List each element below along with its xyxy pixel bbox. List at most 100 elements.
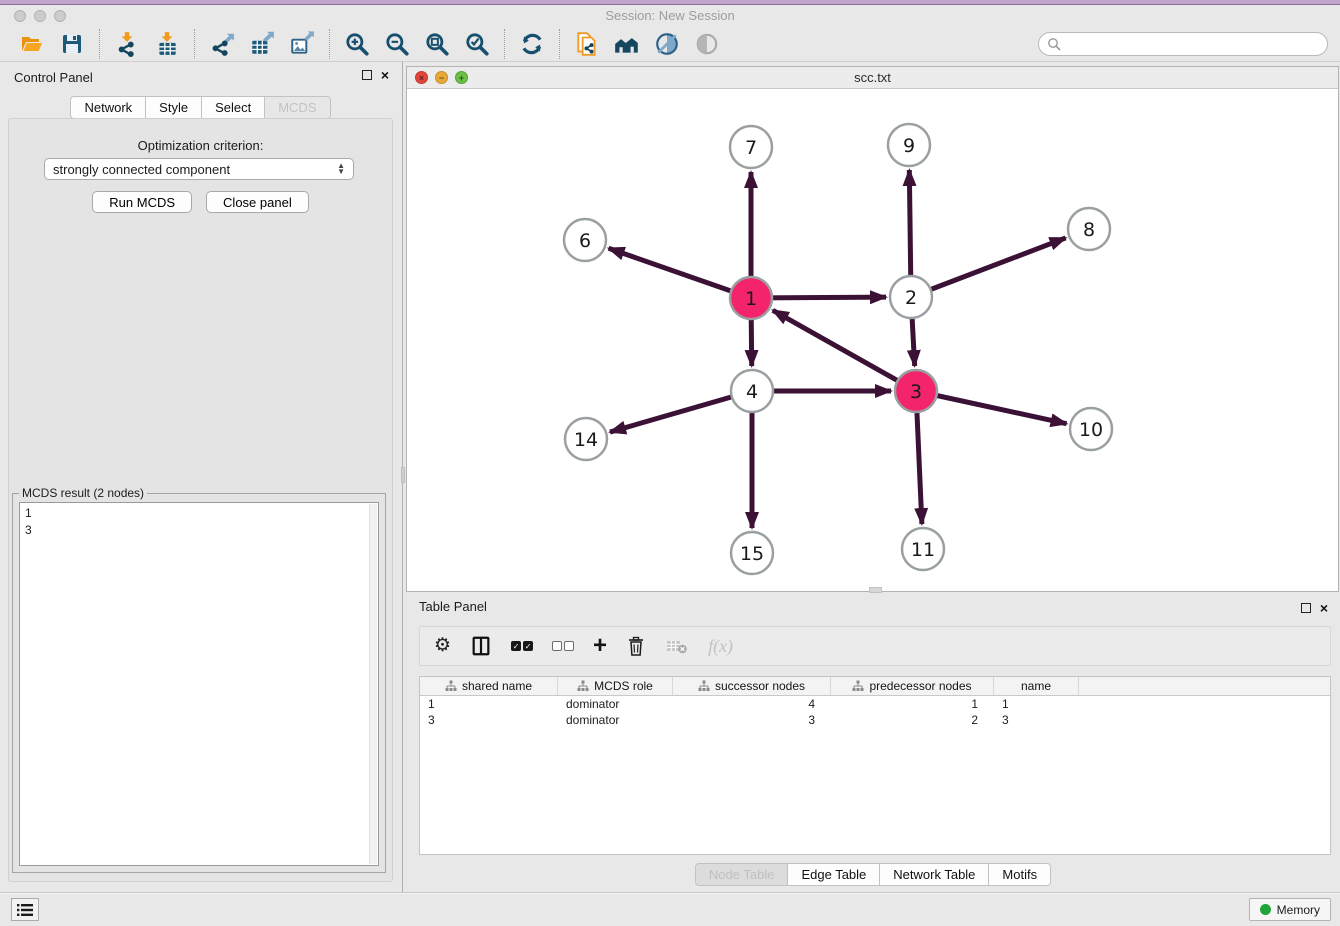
clone-network-button[interactable] [567,29,607,59]
save-icon [60,32,84,56]
cell-predecessor-nodes: 2 [831,713,994,727]
cell-mcds-role: dominator [558,697,673,711]
cell-successor-nodes: 4 [673,697,831,711]
window-resize-grip[interactable] [869,587,882,593]
run-mcds-button[interactable]: Run MCDS [92,191,192,213]
close-panel-icon[interactable]: × [381,70,389,80]
tab-network[interactable]: Network [70,96,146,119]
select-all-columns-icon[interactable]: ✓✓ [511,634,533,658]
graph-node-label: 7 [745,137,757,159]
application-window: Session: New Session [0,0,1340,926]
graph-node-10[interactable]: 10 [1070,408,1112,450]
unselect-all-columns-icon[interactable] [552,634,574,658]
mcds-result-list[interactable]: 1 3 [19,502,379,866]
cell-mcds-role: dominator [558,713,673,727]
graph-node-1[interactable]: 1 [730,277,772,319]
export-network-button[interactable] [202,29,242,59]
cell-shared-name: 3 [420,713,558,727]
graph-node-6[interactable]: 6 [564,219,606,261]
zoom-out-button[interactable] [377,29,417,59]
show-graphics-details-button[interactable] [647,29,687,59]
export-image-icon [289,31,315,57]
graph-node-15[interactable]: 15 [731,532,773,574]
graph-node-7[interactable]: 7 [730,126,772,168]
clone-network-icon [574,31,600,57]
tab-edge-table[interactable]: Edge Table [788,863,880,886]
cell-name: 3 [994,713,1079,727]
graph-node-2[interactable]: 2 [890,276,932,318]
first-neighbors-button[interactable] [607,29,647,59]
tab-network-table[interactable]: Network Table [880,863,989,886]
network-graph[interactable]: 7 9 6 8 1 2 4 3 14 10 15 11 [407,89,1338,591]
column-header-name[interactable]: name [994,677,1079,695]
save-session-button[interactable] [52,29,92,59]
graph-node-8[interactable]: 8 [1068,208,1110,250]
close-table-panel-icon[interactable]: × [1320,603,1328,613]
tab-motifs[interactable]: Motifs [989,863,1051,886]
graph-node-3[interactable]: 3 [895,370,937,412]
import-network-icon [114,31,140,57]
export-table-icon [249,31,275,57]
zoom-fit-icon [424,31,450,57]
table-settings-gear-icon[interactable]: ⚙ [434,634,451,658]
table-row[interactable]: 3 dominator 3 2 3 [420,712,1330,728]
result-scrollbar[interactable] [369,504,377,864]
delete-columns-icon[interactable] [626,634,646,658]
show-columns-icon[interactable] [470,634,492,658]
tab-node-table[interactable]: Node Table [695,863,789,886]
graph-node-label: 2 [905,287,917,309]
zoom-in-button[interactable] [337,29,377,59]
tab-mcds[interactable]: MCDS [265,96,330,119]
table-row[interactable]: 1 dominator 4 1 1 [420,696,1330,712]
open-session-button[interactable] [12,29,52,59]
export-image-button[interactable] [282,29,322,59]
column-type-icon [698,680,710,692]
memory-status-dot [1260,904,1271,915]
graph-node-9[interactable]: 9 [888,124,930,166]
search-input[interactable] [1066,37,1319,51]
control-panel-title: Control Panel [14,70,93,85]
main-titlebar: Session: New Session [0,6,1340,27]
graph-node-11[interactable]: 11 [902,528,944,570]
graph-edge-3-1[interactable] [773,310,916,391]
birdseye-view-button[interactable] [687,29,727,59]
graph-edge-1-6[interactable] [609,248,751,298]
splitter-grip[interactable] [401,467,405,483]
panel-splitter[interactable] [401,62,405,892]
result-line: 1 [25,505,373,522]
search-box[interactable] [1038,32,1328,56]
zoom-fit-button[interactable] [417,29,457,59]
float-panel-icon[interactable] [362,70,372,80]
graph-node-14[interactable]: 14 [565,418,607,460]
graph-edge-3-10[interactable] [916,391,1067,424]
column-header-predecessor-nodes[interactable]: predecessor nodes [831,677,994,695]
float-table-panel-icon[interactable] [1301,603,1311,613]
status-bar: Memory [0,892,1340,926]
import-network-button[interactable] [107,29,147,59]
column-header-mcds-role[interactable]: MCDS role [558,677,673,695]
column-label: MCDS role [594,679,653,693]
refresh-icon [519,31,545,57]
eye-icon [694,31,720,57]
show-task-history-button[interactable] [11,898,39,921]
close-panel-button[interactable]: Close panel [206,191,309,213]
tab-select[interactable]: Select [202,96,265,119]
toolbar-separator [329,29,330,59]
network-canvas[interactable]: 7 9 6 8 1 2 4 3 14 10 15 11 [407,89,1338,591]
memory-button[interactable]: Memory [1249,898,1331,921]
network-window-titlebar[interactable]: × − + scc.txt [407,67,1338,89]
tab-style[interactable]: Style [146,96,202,119]
zoom-selected-button[interactable] [457,29,497,59]
graph-node-4[interactable]: 4 [731,370,773,412]
table-panel: Table Panel × ⚙ ✓✓ + f(x) [406,595,1340,892]
column-header-shared-name[interactable]: shared name [420,677,558,695]
graph-edge-2-8[interactable] [911,238,1066,297]
app-title: Session: New Session [0,8,1340,23]
import-table-button[interactable] [147,29,187,59]
column-header-successor-nodes[interactable]: successor nodes [673,677,831,695]
export-table-button[interactable] [242,29,282,59]
graph-node-label: 6 [579,230,591,252]
create-column-icon[interactable]: + [593,634,607,658]
apply-layout-button[interactable] [512,29,552,59]
criterion-select[interactable]: strongly connected component ▲▼ [44,158,354,180]
